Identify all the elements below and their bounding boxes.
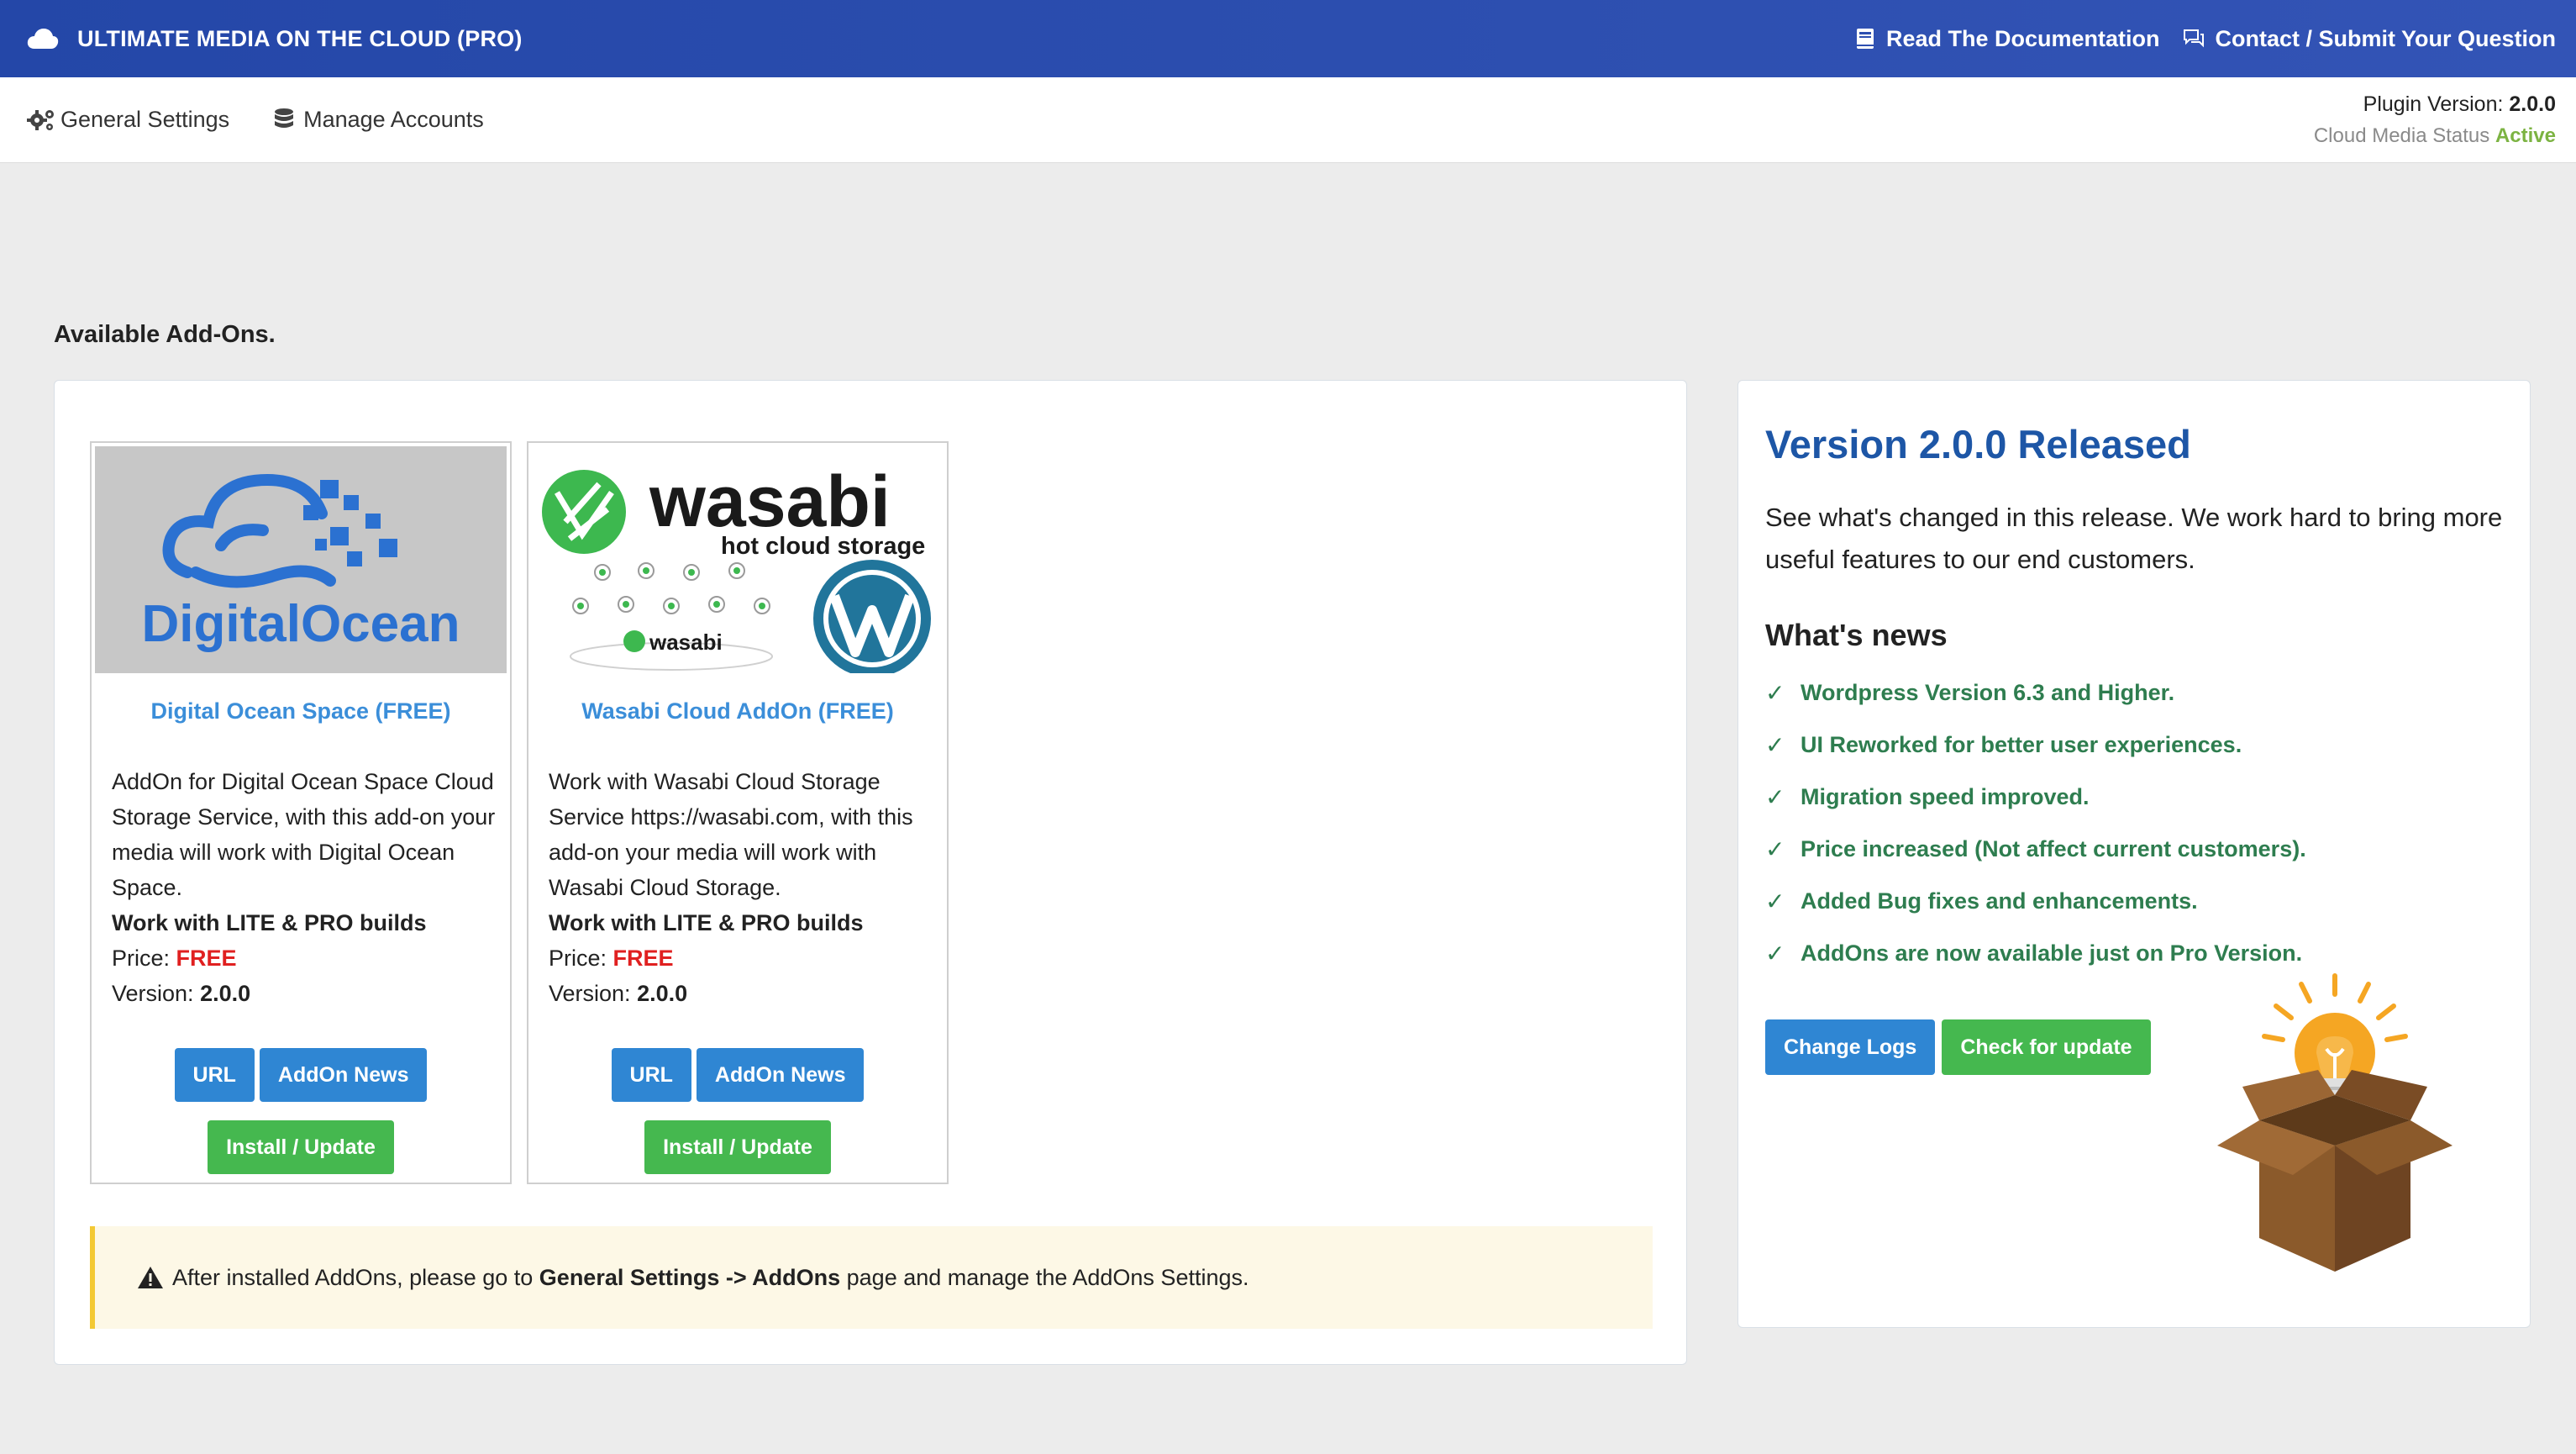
check-icon: ✓	[1765, 783, 1785, 810]
release-actions: Change Logs Check for update	[1765, 1019, 2151, 1075]
list-item: ✓ Wordpress Version 6.3 and Higher.	[1765, 666, 2306, 719]
database-icon	[275, 108, 294, 128]
settings-tabs: General Settings Manage Accounts	[27, 107, 484, 133]
wasabi-logo-text: wasabi	[649, 461, 891, 542]
addon-card-wasabi: wasabi hot cloud storage wasabi Wasabi C…	[527, 441, 949, 1184]
check-icon: ✓	[1765, 940, 1785, 967]
chat-icon	[2184, 29, 2205, 48]
header-links: Read The Documentation Contact / Submit …	[1854, 26, 2556, 52]
contact-link[interactable]: Contact / Submit Your Question	[2183, 26, 2556, 52]
addon-builds: Work with LITE & PRO builds	[549, 910, 864, 935]
sub-navigation: General Settings Manage Accounts Plugin …	[0, 77, 2576, 163]
tab-general-settings-label: General Settings	[60, 107, 230, 132]
addon-builds: Work with LITE & PRO builds	[112, 910, 427, 935]
notice-text-before: After installed AddOns, please go to	[172, 1264, 534, 1290]
addon-price-value: FREE	[612, 946, 674, 971]
addon-link-buttons: URL AddOn News	[528, 1048, 947, 1102]
install-update-button[interactable]: Install / Update	[208, 1120, 394, 1174]
digitalocean-logo-text: DigitalOcean	[142, 595, 460, 653]
addon-price-value: FREE	[176, 946, 237, 971]
list-item: ✓ Price increased (Not affect current cus…	[1765, 823, 2306, 875]
addons-panel: DigitalOcean Digital Ocean Space (FREE) …	[54, 380, 1687, 1365]
addon-news-button[interactable]: AddOn News	[696, 1048, 865, 1102]
check-icon: ✓	[1765, 888, 1785, 914]
news-item-text: Price increased (Not affect current cust…	[1801, 835, 2306, 861]
addon-install-row: Install / Update	[528, 1120, 947, 1174]
news-item-text: AddOns are now available just on Pro Ver…	[1801, 940, 2303, 966]
url-button[interactable]: URL	[174, 1048, 255, 1102]
release-title: Version 2.0.0 Released	[1765, 422, 2191, 466]
release-news-list: ✓ Wordpress Version 6.3 and Higher. ✓ UI R…	[1765, 666, 2306, 979]
news-item-text: Wordpress Version 6.3 and Higher.	[1801, 679, 2175, 705]
wasabi-logo-art: wasabi hot cloud storage wasabi	[542, 461, 931, 673]
news-item-text: Added Bug fixes and enhancements.	[1801, 888, 2198, 914]
plugin-version: Plugin Version: 2.0.0	[2314, 88, 2556, 120]
check-icon: ✓	[1765, 731, 1785, 758]
app-title: ULTIMATE MEDIA ON THE CLOUD (PRO)	[77, 25, 523, 51]
tab-manage-accounts[interactable]: Manage Accounts	[270, 107, 484, 133]
app-brand: ULTIMATE MEDIA ON THE CLOUD (PRO)	[27, 26, 523, 52]
addon-version-label: Version:	[112, 981, 194, 1006]
top-header-bar: ULTIMATE MEDIA ON THE CLOUD (PRO) Read T…	[0, 0, 2576, 77]
addon-desc-text: Work with Wasabi Cloud Storage Service h…	[549, 769, 913, 900]
install-update-button[interactable]: Install / Update	[644, 1120, 831, 1174]
addon-card-digitalocean: DigitalOcean Digital Ocean Space (FREE) …	[90, 441, 512, 1184]
wasabi-logo-small-text: wasabi	[649, 630, 723, 655]
addon-price-label: Price:	[112, 946, 171, 971]
check-icon: ✓	[1765, 679, 1785, 706]
release-intro: See what's changed in this release. We w…	[1765, 503, 2503, 574]
wasabi-logo-tagline: hot cloud storage	[721, 533, 925, 560]
digitalocean-logo: DigitalOcean	[95, 446, 507, 673]
plugin-version-label: Plugin Version:	[2363, 92, 2504, 116]
tab-manage-accounts-label: Manage Accounts	[303, 107, 484, 132]
list-item: ✓ Migration speed improved.	[1765, 771, 2306, 823]
tab-general-settings[interactable]: General Settings	[27, 107, 229, 133]
check-icon: ✓	[1765, 835, 1785, 862]
change-logs-button[interactable]: Change Logs	[1765, 1019, 1936, 1075]
cloud-icon	[27, 29, 59, 49]
addon-description: Work with Wasabi Cloud Storage Service h…	[549, 764, 935, 1011]
digitalocean-logo-art: DigitalOcean	[142, 473, 460, 653]
addon-title[interactable]: Digital Ocean Space (FREE)	[92, 698, 510, 724]
list-item: ✓ Added Bug fixes and enhancements.	[1765, 875, 2306, 927]
lightbulb-box-illustration	[2217, 973, 2452, 1272]
cloud-media-status-label: Cloud Media Status	[2313, 124, 2490, 147]
list-item: ✓ UI Reworked for better user experiences…	[1765, 719, 2306, 771]
whats-news-heading: What's news	[1765, 618, 1948, 652]
contact-link-label: Contact / Submit Your Question	[2215, 25, 2556, 51]
warning-icon	[138, 1267, 163, 1288]
check-for-update-button[interactable]: Check for update	[1942, 1019, 2151, 1075]
addon-install-row: Install / Update	[92, 1120, 510, 1174]
section-title: Available Add-Ons.	[54, 321, 276, 348]
addon-desc-text: AddOn for Digital Ocean Space Cloud Stor…	[112, 769, 496, 900]
book-icon	[1856, 29, 1874, 49]
gears-icon	[27, 109, 54, 130]
addon-description: AddOn for Digital Ocean Space Cloud Stor…	[112, 764, 498, 1011]
release-panel: Version 2.0.0 Released See what's change…	[1737, 380, 2531, 1328]
addons-notice: After installed AddOns, please go to Gen…	[90, 1226, 1653, 1329]
news-item-text: Migration speed improved.	[1801, 783, 2090, 809]
addon-price-label: Price:	[549, 946, 607, 971]
addon-link-buttons: URL AddOn News	[92, 1048, 510, 1102]
documentation-link-label: Read The Documentation	[1885, 25, 2160, 51]
plugin-version-value: 2.0.0	[2509, 92, 2556, 116]
cloud-media-status: Cloud Media Status Active	[2314, 120, 2556, 152]
documentation-link[interactable]: Read The Documentation	[1854, 25, 2160, 52]
status-badge: Active	[2495, 124, 2556, 147]
url-button[interactable]: URL	[611, 1048, 691, 1102]
plugin-status: Plugin Version: 2.0.0 Cloud Media Status…	[2314, 88, 2556, 152]
addon-news-button[interactable]: AddOn News	[259, 1048, 428, 1102]
addon-title[interactable]: Wasabi Cloud AddOn (FREE)	[528, 698, 947, 724]
news-item-text: UI Reworked for better user experiences.	[1801, 731, 2242, 757]
addon-version-value: 2.0.0	[637, 981, 688, 1006]
notice-settings-path: General Settings -> AddOns	[539, 1264, 841, 1290]
addon-version-value: 2.0.0	[200, 981, 251, 1006]
wasabi-logo: wasabi hot cloud storage wasabi	[532, 446, 944, 673]
addon-version-label: Version:	[549, 981, 631, 1006]
notice-text-after: page and manage the AddOns Settings.	[846, 1264, 1249, 1290]
